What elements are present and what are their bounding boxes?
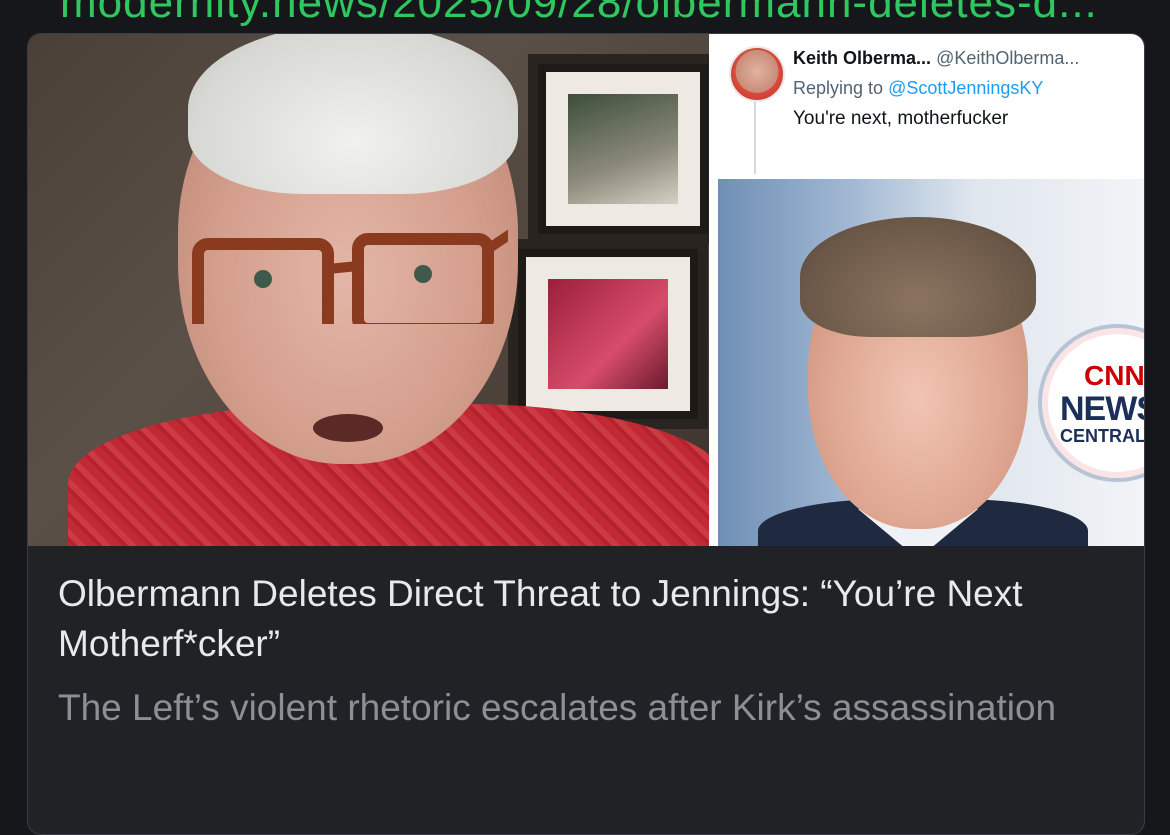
card-headline[interactable]: Olbermann Deletes Direct Threat to Jenni… bbox=[58, 569, 1118, 669]
tweet-text: You're next, motherfucker bbox=[793, 108, 1009, 129]
card-subhead: The Left’s violent rhetoric escalates af… bbox=[58, 687, 1057, 728]
tweet-reply-line: Replying to @ScottJenningsKY bbox=[793, 78, 1043, 99]
embedded-tweet: Keith Olberma... @KeithOlberma... Replyi… bbox=[711, 34, 1144, 179]
tweet-author-handle: @KeithOlberma... bbox=[936, 48, 1080, 68]
glasses bbox=[192, 229, 508, 324]
thread-line bbox=[754, 102, 756, 179]
central-text: CENTRAL bbox=[1060, 426, 1144, 446]
hair bbox=[800, 217, 1036, 337]
card-text: Olbermann Deletes Direct Threat to Jenni… bbox=[58, 569, 1118, 733]
link-url[interactable]: modernity.news/2025/09/28/olbermann-dele… bbox=[60, 0, 1160, 28]
avatar bbox=[729, 46, 785, 102]
reply-mention: @ScottJenningsKY bbox=[888, 78, 1044, 98]
cnn-logo-text: CNN bbox=[1084, 360, 1144, 391]
hair bbox=[188, 34, 518, 194]
news-text: NEWS bbox=[1060, 390, 1144, 428]
tweet-author: Keith Olberma... @KeithOlberma... bbox=[793, 48, 1079, 69]
cnn-news-central-logo: CNN NEWS CENTRAL bbox=[1038, 324, 1144, 482]
wall-frame bbox=[528, 54, 709, 244]
wall-frame bbox=[508, 239, 708, 429]
link-preview-card[interactable]: Keith Olberma... @KeithOlberma... Replyi… bbox=[27, 33, 1145, 835]
tweet-author-name: Keith Olberma... bbox=[793, 48, 932, 68]
mouth bbox=[313, 414, 383, 442]
preview-image: Keith Olberma... @KeithOlberma... Replyi… bbox=[28, 34, 1144, 546]
photo-olbermann bbox=[28, 34, 709, 546]
photo-jennings: CNN NEWS CENTRAL bbox=[718, 179, 1144, 546]
reply-prefix: Replying to bbox=[793, 78, 884, 98]
